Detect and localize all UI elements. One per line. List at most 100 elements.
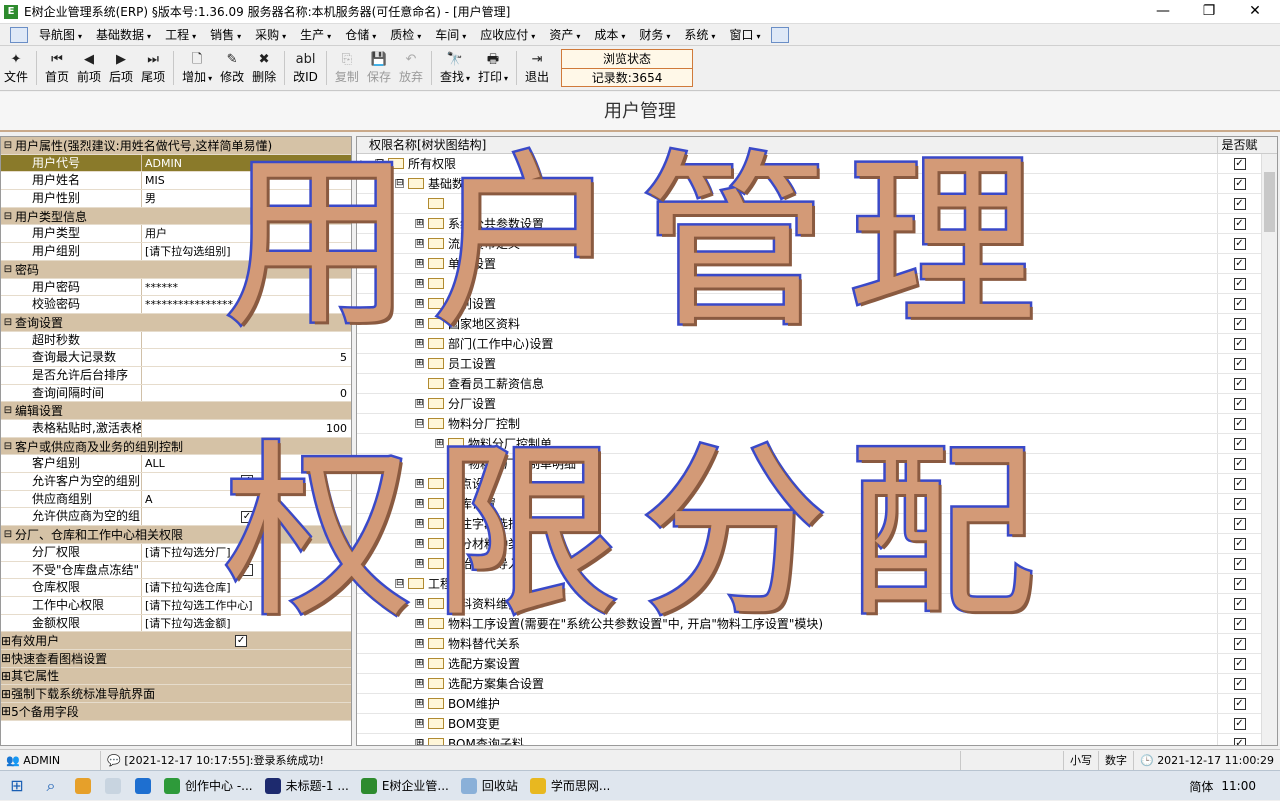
expand-toggle-icon[interactable]: ⊞ [415, 699, 424, 708]
tree-scrollbar[interactable] [1261, 154, 1277, 745]
toolbar-button[interactable]: 🔭 查找 ▾ [436, 47, 474, 89]
property-row[interactable]: 客户组别 ALL [1, 455, 351, 474]
expand-toggle-icon[interactable]: ⊞ [415, 619, 424, 628]
checkbox[interactable]: ✓ [1233, 217, 1246, 230]
toolbar-button[interactable]: ✦ 文件 [0, 47, 32, 89]
expand-toggle-icon[interactable]: ⊞ [415, 319, 424, 328]
checkbox[interactable]: ✓ [1233, 657, 1246, 670]
property-row[interactable]: 超时秒数 [1, 331, 351, 350]
tree-node[interactable]: ⊞ [371, 278, 1217, 289]
tree-node[interactable]: ⊞ 部门(工作中心)设置 [371, 335, 1217, 352]
checkbox[interactable]: ✓ [241, 563, 253, 576]
assigned-checkbox-cell[interactable]: ✓ [1217, 614, 1261, 633]
taskbar-app[interactable] [98, 771, 128, 801]
tree-row[interactable]: ⊞ 选配方案集合设置 ✓ [357, 674, 1277, 694]
tree-node[interactable]: ⊞ 物料资料维护 [371, 595, 1217, 612]
expand-toggle-icon[interactable]: ⊞ [1, 651, 11, 665]
assigned-checkbox-cell[interactable]: ✓ [1217, 214, 1261, 233]
checkbox[interactable]: ✓ [1233, 337, 1246, 350]
toolbar-button[interactable]: ⏮ 首页 [41, 47, 73, 89]
checkbox[interactable]: ✓ [1233, 637, 1246, 650]
taskbar-app[interactable]: E树企业管... [355, 771, 455, 801]
tree-node[interactable]: 物料分厂控制单明细 [371, 455, 1217, 472]
expand-toggle-icon[interactable]: ⊞ [415, 259, 424, 268]
tree-row[interactable]: ⊞ 国家地区资料 ✓ [357, 314, 1277, 334]
assigned-checkbox-cell[interactable]: ✓ [1217, 194, 1261, 213]
tree-row[interactable]: ⊞ BOM变更 ✓ [357, 714, 1277, 734]
property-category[interactable]: ⊟ 用户类型信息 [1, 207, 351, 226]
tree-row[interactable]: ⊞ 选配方案设置 ✓ [357, 654, 1277, 674]
menu-item[interactable]: 车间 ▾ [428, 26, 473, 43]
tree-node[interactable]: ⊞ BOM维护 [371, 695, 1217, 712]
tree-row[interactable]: ⊞ 初始数据导入 ✓ [357, 554, 1277, 574]
chevron-down-icon[interactable]: ▾ [466, 74, 470, 83]
taskbar-app[interactable] [68, 771, 98, 801]
toolbar-button[interactable]: ⇥ 退出 [521, 47, 553, 89]
checkbox[interactable]: ✓ [1233, 237, 1246, 250]
property-row[interactable]: 仓库权限 [请下拉勾选仓库] [1, 579, 351, 597]
assigned-checkbox-cell[interactable]: ✓ [1217, 674, 1261, 693]
assigned-checkbox-cell[interactable]: ✓ [1217, 534, 1261, 553]
property-value[interactable]: 用户 [142, 225, 351, 242]
toolbar-button[interactable]: 🗋 增加 ▾ [178, 47, 216, 89]
property-group-collapsed[interactable]: ⊞ 快速查看图档设置 [1, 649, 351, 668]
tree-row[interactable]: ⊞ 物料替代关系 ✓ [357, 634, 1277, 654]
checkbox[interactable]: ✓ [241, 510, 253, 523]
tree-row[interactable]: ⊟ 物料分厂控制 ✓ [357, 414, 1277, 434]
window-list-icon[interactable] [771, 26, 790, 43]
tree-row[interactable]: ⊞ 物料工序设置(需要在"系统公共参数设置"中, 开启"物料工序设置"模块) ✓ [357, 614, 1277, 634]
assigned-checkbox-cell[interactable]: ✓ [1217, 434, 1261, 453]
expand-toggle-icon[interactable]: ⊟ [1, 405, 15, 416]
tree-node[interactable] [371, 198, 1217, 209]
toolbar-button[interactable]: ◀ 前项 [73, 47, 105, 89]
tree-node[interactable]: ⊞ 级别设置 [371, 295, 1217, 312]
scrollbar-thumb[interactable] [1264, 172, 1275, 232]
expand-toggle-icon[interactable]: ⊟ [415, 419, 424, 428]
menu-item[interactable]: 系统 ▾ [677, 26, 722, 43]
checkbox[interactable]: ✓ [1233, 197, 1246, 210]
expand-toggle-icon[interactable]: ⊞ [415, 559, 424, 568]
checkbox[interactable]: ✓ [241, 475, 253, 488]
assigned-checkbox-cell[interactable]: ✓ [1217, 634, 1261, 653]
checkbox[interactable]: ✓ [1233, 317, 1246, 330]
expand-toggle-icon[interactable]: ⊞ [415, 299, 424, 308]
menu-item[interactable]: 工程 ▾ [158, 26, 203, 43]
assigned-checkbox-cell[interactable]: ✓ [1217, 454, 1261, 473]
assigned-checkbox-cell[interactable]: ✓ [1217, 294, 1261, 313]
assigned-checkbox-cell[interactable]: ✓ [1217, 334, 1261, 353]
property-row[interactable]: 允许供应商为空的组 ✓ [1, 508, 351, 527]
expand-toggle-icon[interactable]: ⊟ [395, 179, 404, 188]
checkbox[interactable]: ✓ [1233, 157, 1246, 170]
tree-node[interactable]: ⊞ 员工设置 [371, 355, 1217, 372]
expand-toggle-icon[interactable]: ⊟ [1, 441, 15, 452]
property-category[interactable]: ⊟ 客户或供应商及业务的组别控制 [1, 437, 351, 456]
checkbox[interactable]: ✓ [1233, 437, 1246, 450]
checkbox[interactable]: ✓ [1233, 597, 1246, 610]
tree-node[interactable]: ⊞ 物料工序设置(需要在"系统公共参数设置"中, 开启"物料工序设置"模块) [371, 615, 1217, 632]
tree-node[interactable]: ⊞ 单位设置 [371, 255, 1217, 272]
property-row[interactable]: 用户组别 [请下拉勾选组别] [1, 243, 351, 261]
menu-item[interactable]: 采购 ▾ [248, 26, 293, 43]
property-row[interactable]: 供应商组别 A [1, 490, 351, 509]
checkbox[interactable]: ✓ [1233, 737, 1246, 745]
tree-row[interactable]: ⊞ 备注字段选择 ✓ [357, 514, 1277, 534]
expand-toggle-icon[interactable]: ⊞ [415, 679, 424, 688]
toolbar-button[interactable]: 🖶 打印 ▾ [474, 47, 512, 89]
expand-toggle-icon[interactable]: ⊞ [415, 239, 424, 248]
assigned-checkbox-cell[interactable]: ✓ [1217, 474, 1261, 493]
tree-node[interactable]: ⊟ 基础数据 [371, 175, 1217, 192]
tree-row[interactable]: ⊟ 基础数据 ✓ [357, 174, 1277, 194]
toolbar-button[interactable]: ✖ 删除 [248, 47, 280, 89]
property-value[interactable]: ****** [142, 279, 351, 296]
expand-toggle-icon[interactable]: ⊞ [415, 519, 424, 528]
tree-node[interactable]: ⊟ 物料分厂控制 [371, 415, 1217, 432]
property-value[interactable]: ALL [142, 455, 351, 472]
menu-item[interactable]: 质检 ▾ [383, 26, 428, 43]
property-value[interactable]: 5 [142, 349, 351, 366]
property-value[interactable]: 男 [142, 190, 351, 207]
tree-row[interactable]: ⊞ 部门(工作中心)设置 ✓ [357, 334, 1277, 354]
checkbox[interactable]: ✓ [1233, 397, 1246, 410]
tree-node[interactable]: ⊞ 地点设置 [371, 475, 1217, 492]
assigned-checkbox-cell[interactable]: ✓ [1217, 594, 1261, 613]
expand-toggle-icon[interactable]: ⊞ [415, 499, 424, 508]
